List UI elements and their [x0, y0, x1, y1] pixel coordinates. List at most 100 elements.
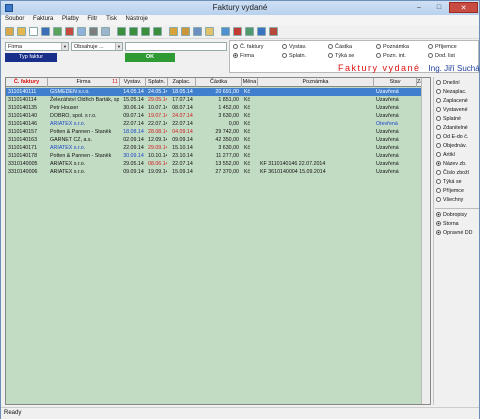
sort-firma[interactable]: Firma — [233, 53, 254, 59]
menu-nastroje[interactable]: Nástroje — [122, 15, 151, 22]
side-filter-option[interactable]: Nezaplac. — [436, 89, 467, 95]
exit-icon[interactable] — [269, 27, 278, 36]
column-header[interactable]: Zaplac. — [168, 78, 196, 87]
percent-icon[interactable] — [181, 27, 190, 36]
sort-tyka-se[interactable]: Týká se — [328, 53, 354, 59]
prev-icon[interactable] — [129, 27, 138, 36]
table-row[interactable]: 3110140140 DOBRO, spol. s r.o. 09.07.14 19.… — [6, 112, 430, 120]
folder-icon[interactable] — [17, 27, 26, 36]
preview-icon[interactable] — [101, 27, 110, 36]
filter-operator-select[interactable]: Obsahuje ... ▼ — [71, 42, 123, 51]
side-filter-option[interactable]: Všechny — [436, 197, 463, 203]
table-row[interactable]: 3110140146 ARIATEX s.r.o. 22.07.14 22.07.14… — [6, 120, 430, 128]
calc-icon[interactable] — [193, 27, 202, 36]
column-header[interactable]: Splatn. — [146, 78, 168, 87]
side-filter-option[interactable]: Dnešní — [436, 80, 460, 86]
chart-icon[interactable] — [221, 27, 230, 36]
table-row[interactable]: 3110140178 Potten & Pannen - Staněk 30.09.… — [6, 152, 430, 160]
table-cell: 23.10.14 — [172, 153, 193, 159]
column-header[interactable]: Částka — [196, 78, 242, 87]
vertical-scrollbar[interactable] — [421, 78, 430, 404]
help-icon[interactable] — [257, 27, 266, 36]
table-row[interactable]: 3110140171 ARIATEX s.r.o. 22.09.14 29.09.14… — [6, 144, 430, 152]
side-filter-option[interactable]: Zaplacené — [436, 98, 468, 104]
column-header[interactable]: Vystav. — [120, 78, 146, 87]
new-icon[interactable] — [29, 27, 38, 36]
column-header[interactable]: Č. faktury — [6, 78, 48, 87]
table-row[interactable]: 3110140157 Potten & Pannen - Staněk 18.08.… — [6, 128, 430, 136]
side-filter-option[interactable]: Artikl — [436, 152, 455, 158]
sort-splatno[interactable]: Splatn. — [282, 53, 306, 59]
side-filter-option[interactable]: Od E-do č. — [436, 134, 468, 140]
side-filter-option[interactable]: Vystavené — [436, 107, 468, 113]
maximize-button[interactable]: □ — [429, 2, 449, 13]
menu-filtr[interactable]: Filtr — [83, 15, 100, 22]
delete-icon[interactable] — [65, 27, 74, 36]
side-filter-option[interactable]: Týká se — [436, 179, 462, 185]
column-header[interactable]: Poznámka — [258, 78, 374, 87]
ok-button[interactable]: OK — [125, 53, 175, 62]
side-check-option[interactable]: Opravné DD — [436, 230, 472, 236]
table-cell: 3310140005 — [8, 161, 38, 167]
table-cell — [260, 128, 373, 136]
table-row[interactable]: 3110140114 Železářství Oldřich Barták, sp… — [6, 96, 430, 104]
save-icon[interactable] — [41, 27, 50, 36]
sort-castka[interactable]: Částka — [328, 44, 352, 50]
radio-dot — [233, 53, 238, 59]
close-button[interactable]: ✕ — [449, 2, 478, 13]
copy-icon[interactable] — [77, 27, 86, 36]
column-header[interactable]: Stav — [374, 78, 417, 87]
table-cell: ARIATEX s.r.o. — [50, 145, 86, 151]
first-icon[interactable] — [117, 27, 126, 36]
radio-dot — [436, 89, 441, 95]
radio-dot — [436, 80, 441, 86]
table-cell: 3 630,00 — [218, 145, 239, 151]
menu-soubor[interactable]: Soubor — [1, 15, 27, 22]
menu-tisk[interactable]: Tisk — [102, 15, 120, 22]
table-row[interactable]: 3110140135 Petr Houser 30.06.14 10.07.14 08.… — [6, 104, 430, 112]
menu-platby[interactable]: Platby — [58, 15, 82, 22]
open-icon[interactable] — [5, 27, 14, 36]
side-filter-option[interactable]: Zdanitelné — [436, 125, 468, 131]
sort-prijemce[interactable]: Příjemce — [428, 44, 457, 50]
chevron-down-icon: ▼ — [115, 43, 122, 50]
side-check-option[interactable]: Storna — [436, 221, 459, 227]
mail-icon[interactable] — [205, 27, 214, 36]
sort-poznamka[interactable]: Poznámka — [376, 44, 409, 50]
edit-icon[interactable] — [53, 27, 62, 36]
next-icon[interactable] — [141, 27, 150, 36]
filter-field-select[interactable]: Firma ▼ — [5, 42, 69, 51]
filter-icon[interactable] — [169, 27, 178, 36]
table-row[interactable]: 3310140006 ARIATEX s.r.o. 09.09.14 19.09.14… — [6, 168, 430, 176]
table-cell: 17.07.14 — [172, 97, 193, 103]
menu-faktura[interactable]: Faktura — [29, 15, 56, 22]
side-check-option[interactable]: Dobropisy — [436, 212, 467, 218]
side-filter-option[interactable]: Příjemce — [436, 188, 464, 194]
typ-faktur-button[interactable]: Typ faktur — [5, 53, 57, 62]
last-icon[interactable] — [153, 27, 162, 36]
side-filter-option[interactable]: Název zb. — [436, 161, 467, 167]
side-filter-option[interactable]: Splatné — [436, 116, 461, 122]
export-icon[interactable] — [245, 27, 254, 36]
sort-vystaveno[interactable]: Vystav. — [282, 44, 306, 50]
radio-dot — [282, 44, 287, 50]
side-filter-option[interactable]: Číslo zboží — [436, 170, 469, 176]
sort-cislo-faktury[interactable]: Č. faktury — [233, 44, 264, 50]
radio-dot — [436, 116, 441, 122]
table-cell: 42 350,00 — [215, 137, 239, 143]
table-cell: 14.05.14 — [123, 89, 144, 95]
filter-value-input[interactable] — [125, 42, 227, 51]
table-cell: 08.06.14 — [148, 161, 167, 167]
print-icon[interactable] — [89, 27, 98, 36]
sort-dod-list[interactable]: Dod. list — [428, 53, 455, 59]
radio-dot — [436, 197, 441, 203]
table-row[interactable]: 3110140163 GARNET CZ, a.s. 02.09.14 12.09.1… — [6, 136, 430, 144]
table-row[interactable]: 3110140111 GSMEDEN s.r.o. 14.05.14 24.05.14… — [6, 88, 430, 96]
minimize-button[interactable]: – — [409, 2, 429, 13]
column-header[interactable]: Měna — [242, 78, 258, 87]
table-cell: Kč — [244, 129, 251, 135]
sort-pozn-int[interactable]: Pozn. int. — [376, 53, 406, 59]
table-row[interactable]: 3310140005 ARIATEX s.r.o. 29.05.14 08.06.14… — [6, 160, 430, 168]
pdf-icon[interactable] — [233, 27, 242, 36]
side-filter-option[interactable]: Objednáv. — [436, 143, 467, 149]
